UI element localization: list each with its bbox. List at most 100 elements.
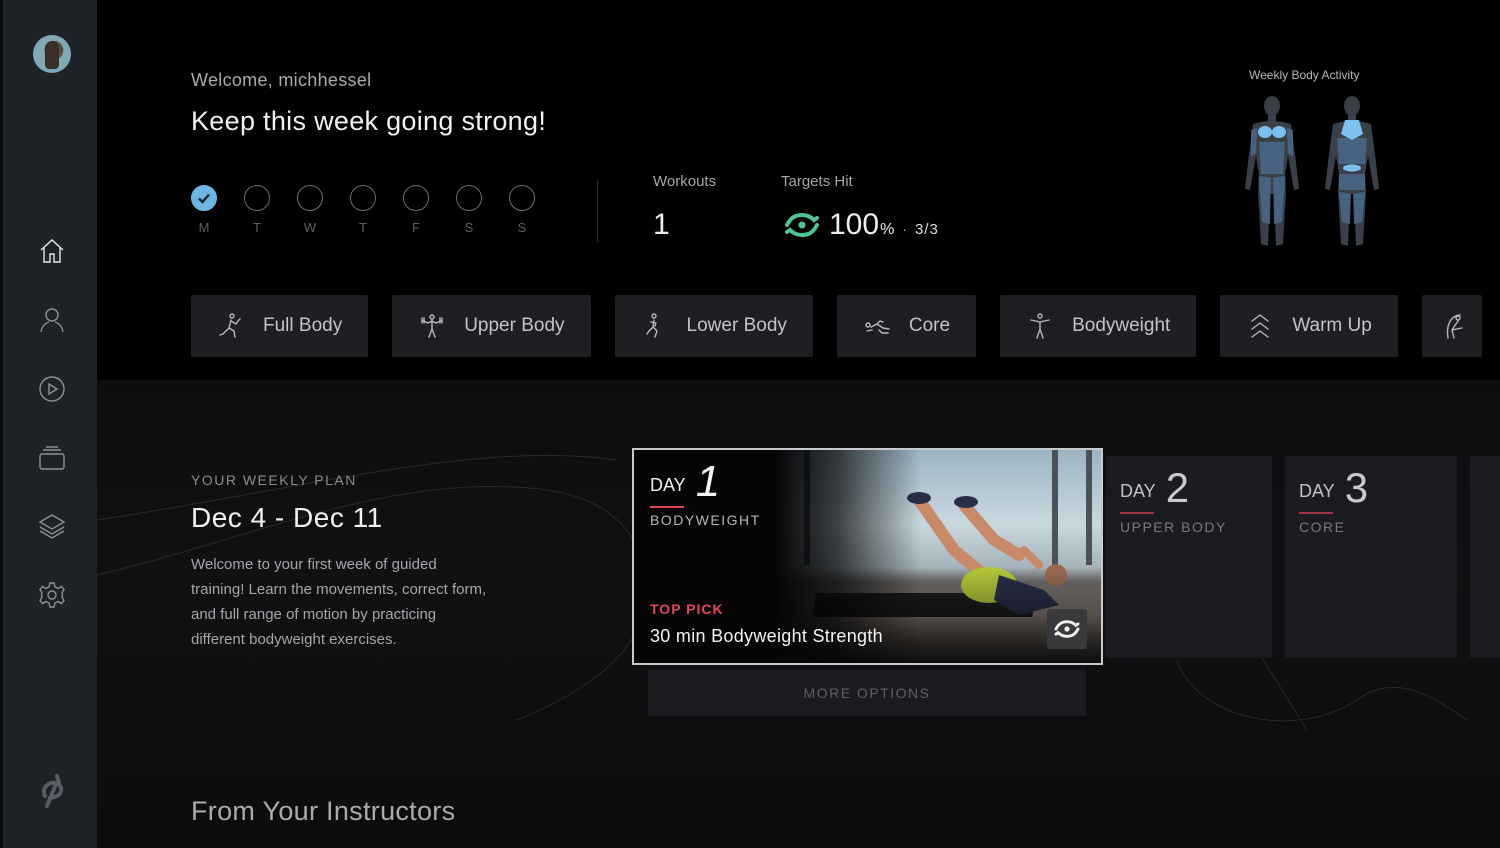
category-label: Lower Body <box>686 315 787 336</box>
sidebar-item-profile[interactable] <box>35 303 69 337</box>
day-word: DAY <box>1120 481 1156 514</box>
plan-day-card[interactable]: DAY 2 UPPER BODY <box>1106 456 1272 658</box>
day-number: 1 <box>695 457 721 506</box>
window-frame <box>804 450 810 565</box>
featured-category: BODYWEIGHT <box>650 512 761 528</box>
day-heading: DAY 3 <box>1299 464 1369 514</box>
day-monday: M <box>191 185 217 235</box>
day-word: DAY <box>650 475 686 508</box>
sidebar-item-programs[interactable] <box>35 509 69 543</box>
workouts-label: Workouts <box>653 173 717 190</box>
main-content: Welcome, michhessel Keep this week going… <box>97 0 1500 848</box>
category-label: Full Body <box>263 315 343 336</box>
day-category: CORE <box>1299 519 1346 535</box>
category-upper-body[interactable]: Upper Body <box>392 295 591 357</box>
home-icon <box>40 239 64 263</box>
stats-divider <box>597 180 598 242</box>
body-activity-title: Weekly Body Activity <box>1249 68 1360 82</box>
page-headline: Keep this week going strong! <box>191 106 547 136</box>
sidebar-item-classes[interactable] <box>35 372 69 406</box>
category-lower-body[interactable]: Lower Body <box>614 295 813 357</box>
day-heading: DAY 2 <box>1120 464 1190 514</box>
day-wednesday: W <box>297 185 323 235</box>
plan-day-card[interactable]: DAY 3 CORE <box>1285 456 1457 658</box>
section-title-instructors: From Your Instructors <box>191 796 456 826</box>
bodyweight-icon <box>1030 313 1050 339</box>
day-label: T <box>359 220 367 235</box>
workouts-value: 1 <box>653 208 670 241</box>
day-label: S <box>517 220 527 235</box>
day-word: DAY <box>1299 481 1335 514</box>
category-label: Warm Up <box>1292 315 1372 336</box>
day-label: S <box>464 220 474 235</box>
day-category: UPPER BODY <box>1120 519 1227 535</box>
day-status-done <box>191 185 217 211</box>
plan-day-card-partial[interactable] <box>1470 456 1500 658</box>
plan-eyebrow: YOUR WEEKLY PLAN <box>191 472 357 488</box>
day-status-empty <box>456 185 482 211</box>
day-number: 2 <box>1165 464 1190 511</box>
targets-label: Targets Hit <box>781 173 853 190</box>
category-bodyweight[interactable]: Bodyweight <box>1000 295 1197 357</box>
body-back-figure[interactable] <box>1323 94 1381 249</box>
day-status-empty <box>509 185 535 211</box>
lower-body-icon <box>645 313 658 338</box>
person-icon <box>40 308 64 333</box>
window-frame <box>1086 450 1092 565</box>
day-label: T <box>253 220 261 235</box>
plan-date-range: Dec 4 - Dec 11 <box>191 502 383 533</box>
category-label: Upper Body <box>464 315 565 336</box>
category-label: Bodyweight <box>1072 315 1171 336</box>
checkmark-icon <box>198 193 210 204</box>
full-body-icon <box>219 313 241 338</box>
day-status-empty <box>297 185 323 211</box>
body-front-figure[interactable] <box>1243 94 1301 249</box>
category-more[interactable] <box>1421 295 1482 357</box>
peloton-logo[interactable] <box>35 772 71 810</box>
instructor-figure <box>907 492 1067 615</box>
day-tuesday: T <box>244 185 270 235</box>
exercise-mat <box>812 593 1036 617</box>
featured-workout-title: 30 min Bodyweight Strength <box>650 626 883 646</box>
avatar[interactable] <box>33 35 71 73</box>
warm-up-icon <box>1251 314 1270 338</box>
featured-workout-card[interactable]: DAY 1 BODYWEIGHT TOP PICK 30 min Bodywei… <box>632 448 1103 665</box>
day-label: M <box>198 220 210 235</box>
stretch-icon <box>1446 314 1463 339</box>
day-thursday: T <box>350 185 376 235</box>
category-core[interactable]: Core <box>836 295 977 357</box>
upper-body-icon <box>421 314 443 338</box>
target-icon <box>1054 620 1080 638</box>
layers-icon <box>38 514 66 539</box>
gear-icon <box>39 582 65 608</box>
day-status-empty <box>244 185 270 211</box>
category-label: Core <box>908 315 951 336</box>
core-icon <box>865 320 890 334</box>
play-icon <box>39 376 65 402</box>
targets-button[interactable] <box>1047 609 1087 649</box>
welcome-text: Welcome, michhessel <box>191 70 372 90</box>
category-full-body[interactable]: Full Body <box>191 295 369 357</box>
plan-description: Welcome to your first week of guided tra… <box>191 556 487 648</box>
target-icon <box>785 212 819 238</box>
category-row: Full Body Upper Body Lower Body Core Bod… <box>191 295 1482 357</box>
targets-hit: 100 % · 3/3 <box>783 208 939 242</box>
week-tracker: M T W T F S S <box>191 185 535 235</box>
featured-day-heading: DAY 1 <box>650 457 721 508</box>
sidebar-item-home[interactable] <box>35 234 69 268</box>
window-frame <box>1052 450 1058 565</box>
sidebar-item-settings[interactable] <box>35 578 69 612</box>
day-status-empty <box>350 185 376 211</box>
peloton-logo-icon <box>42 774 64 808</box>
more-options-button[interactable]: MORE OPTIONS <box>648 670 1086 716</box>
day-label: F <box>412 220 420 235</box>
sidebar-item-collections[interactable] <box>35 441 69 475</box>
day-status-empty <box>403 185 429 211</box>
targets-percent: 100 <box>829 208 880 241</box>
day-sunday: S <box>509 185 535 235</box>
separator-dot: · <box>902 221 907 237</box>
day-number: 3 <box>1344 464 1369 511</box>
sidebar <box>0 0 97 848</box>
day-label: W <box>303 220 317 235</box>
category-warm-up[interactable]: Warm Up <box>1220 295 1398 357</box>
